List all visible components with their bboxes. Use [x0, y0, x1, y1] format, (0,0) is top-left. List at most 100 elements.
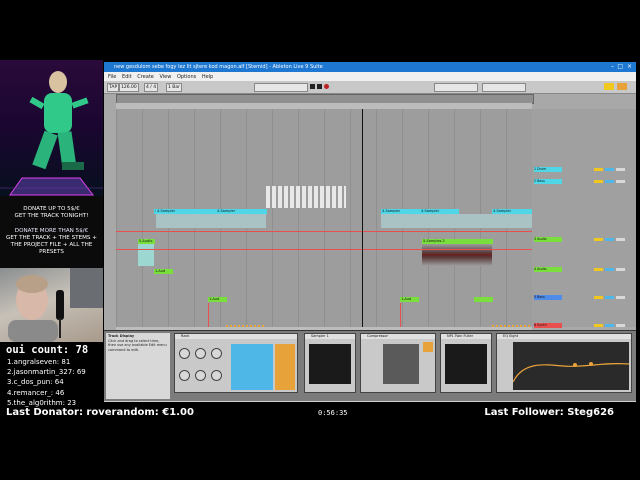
donate-up-sub: GET THE TRACK TONIGHT! [14, 213, 89, 219]
stop-icon[interactable] [317, 84, 322, 89]
macro-knob[interactable] [179, 370, 190, 381]
compressor-toggle[interactable] [423, 342, 433, 352]
arm-button[interactable] [616, 167, 625, 172]
last-donator: Last Donator: roverandom: €1.00 [6, 407, 194, 418]
solo-button[interactable] [605, 237, 614, 242]
automation-line [400, 303, 401, 327]
track-activator-button[interactable] [594, 267, 603, 272]
eq-eight-device[interactable]: EQ Eight [496, 333, 632, 393]
donate-up-text: DONATE UP TO 5$/€ [23, 206, 80, 212]
leaderboard-entry: 2.jasonmartin_327: 69 [7, 368, 86, 377]
cpu-meter [617, 83, 627, 90]
clip-audio-short[interactable]: 1-Aud [400, 297, 419, 302]
maximize-icon[interactable]: □ [617, 63, 623, 70]
solo-button[interactable] [605, 179, 614, 184]
menu-view[interactable]: View [159, 74, 171, 80]
clip-audio-short[interactable]: 1-Aud [208, 297, 227, 302]
automation-line [208, 303, 209, 327]
track-header[interactable]: 1 Drum [532, 167, 636, 172]
track-name[interactable]: 5 Bass [534, 295, 562, 300]
clip-audio-short[interactable] [474, 297, 493, 302]
eq-title: EQ Eight [497, 334, 631, 339]
automation-line [116, 249, 532, 250]
oui-count: oui count: 78 [6, 344, 89, 356]
compressor-meters [383, 344, 419, 384]
minimize-icon[interactable]: – [611, 63, 614, 70]
track-name[interactable]: 1 Drum [534, 167, 562, 172]
arm-button[interactable] [616, 179, 625, 184]
streamer-silhouette [8, 268, 103, 342]
last-follower: Last Follower: Steg626 [484, 407, 614, 418]
macro-knob[interactable] [211, 348, 222, 359]
menu-create[interactable]: Create [137, 74, 154, 80]
clip-body [138, 244, 154, 266]
track-activator-button[interactable] [594, 167, 603, 172]
clip-audio-short[interactable]: 1-Aud [154, 269, 173, 274]
macro-knob[interactable] [195, 348, 206, 359]
sampler-device[interactable]: Sampler 1 [304, 333, 356, 393]
track-header[interactable]: 3 Audio [532, 237, 636, 242]
info-view: Track Display Click and drag to select t… [106, 333, 170, 399]
device-view: Track Display Click and drag to select t… [104, 330, 636, 402]
tap-button[interactable]: TAP [107, 83, 120, 92]
filter-device[interactable]: NPL Twin Fuller [440, 333, 492, 393]
solo-button[interactable] [605, 323, 614, 328]
arm-button[interactable] [616, 237, 625, 242]
close-icon[interactable]: × [627, 63, 632, 70]
macro-knob[interactable] [195, 370, 206, 381]
track-header[interactable]: 6 Synth [532, 323, 636, 328]
arm-button[interactable] [616, 295, 625, 300]
track-header[interactable]: 4 Audio [532, 267, 636, 272]
tempo-field[interactable]: 126.00 [119, 83, 139, 92]
sampler-title: Sampler 1 [305, 334, 355, 339]
track-name[interactable]: 6 Synth [534, 323, 562, 328]
eq-curve-display[interactable] [513, 342, 629, 390]
track-activator-button[interactable] [594, 179, 603, 184]
stream-timer: 0:56:35 [318, 409, 348, 417]
record-icon[interactable] [324, 84, 329, 89]
play-icon[interactable] [310, 84, 315, 89]
menu-edit[interactable]: Edit [122, 74, 132, 80]
leaderboard-entry: 3.c_dos_pun: 64 [7, 378, 64, 387]
time-signature[interactable]: 4 / 4 [144, 83, 159, 92]
track-activator-button[interactable] [594, 295, 603, 300]
track-name[interactable]: 4 Audio [534, 267, 562, 272]
leaderboard-entry: 4.remancer_: 46 [7, 388, 65, 397]
donate-more-text: DONATE MORE THAN 5$/€ [14, 228, 89, 234]
compressor-device[interactable]: Compressor [360, 333, 436, 393]
quantize-menu[interactable]: 1 Bar [166, 83, 182, 92]
donate-more-sub: GET THE TRACK + THE STEMS + THE PROJECT … [6, 235, 97, 255]
loop-length-field[interactable] [482, 83, 526, 92]
solo-button[interactable] [605, 167, 614, 172]
track-activator-button[interactable] [594, 323, 603, 328]
menu-help[interactable]: Help [202, 74, 213, 80]
status-bar [104, 401, 636, 402]
track-header[interactable]: 5 Bass [532, 295, 636, 300]
menu-options[interactable]: Options [177, 74, 196, 80]
waveform [422, 244, 492, 266]
track-name[interactable]: 3 Audio [534, 237, 562, 242]
solo-button[interactable] [605, 295, 614, 300]
arm-button[interactable] [616, 267, 625, 272]
webcam-feed [0, 268, 103, 342]
macro-knob[interactable] [211, 370, 222, 381]
solo-button[interactable] [605, 267, 614, 272]
title-bar: new gesdulom sebe fogy lez lit sjtere ko… [104, 62, 636, 72]
menu-file[interactable]: File [108, 74, 116, 80]
track-name[interactable]: 2 Bass [534, 179, 562, 184]
arm-button[interactable] [616, 323, 625, 328]
rack-device[interactable]: Rack [174, 333, 298, 393]
track-activator-button[interactable] [594, 237, 603, 242]
arrangement-view[interactable]: 4-Sampler 4-Sampler 4-Sampler 4-Sampler … [116, 109, 533, 362]
key-map-button[interactable] [604, 83, 614, 90]
position-field[interactable] [254, 83, 308, 92]
track-header[interactable]: 2 Bass [532, 179, 636, 184]
macro-knob[interactable] [179, 348, 190, 359]
playhead [362, 109, 363, 327]
donate-panel: DONATE UP TO 5$/€ GET THE TRACK TONIGHT!… [0, 196, 103, 268]
loop-position-field[interactable] [434, 83, 478, 92]
clip-body [156, 214, 266, 228]
chain-list[interactable] [231, 344, 273, 390]
menu-bar: File Edit Create View Options Help [104, 72, 636, 81]
chain-controls[interactable] [275, 344, 295, 390]
